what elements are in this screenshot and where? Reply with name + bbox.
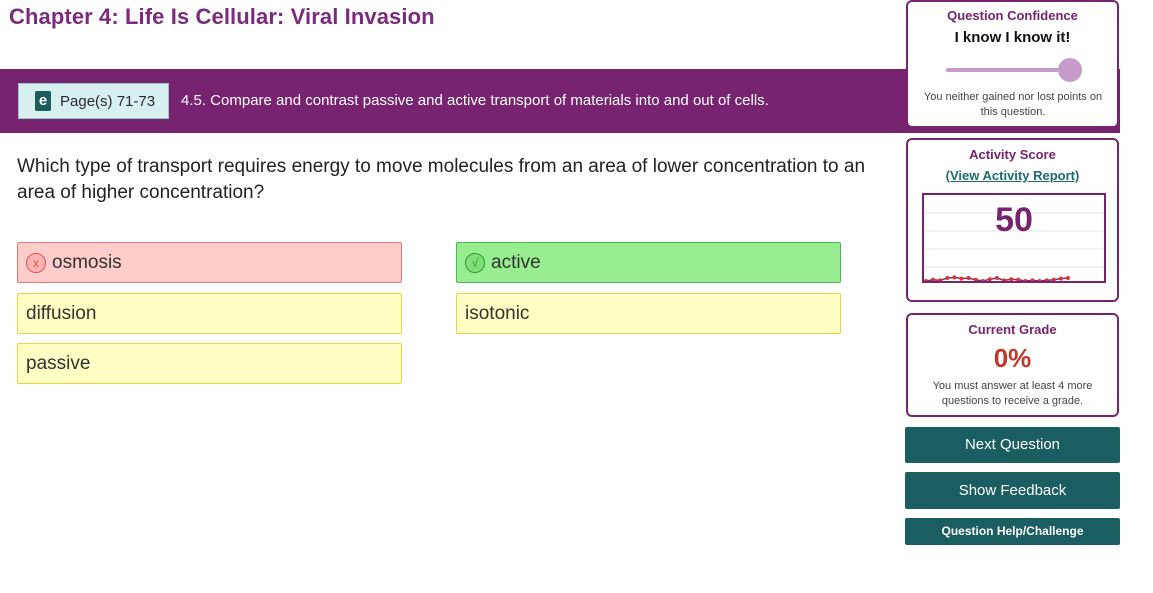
sparkline-point bbox=[987, 277, 992, 281]
sparkline-point bbox=[966, 276, 971, 280]
next-question-button[interactable]: Next Question bbox=[905, 427, 1120, 463]
learning-objective: 4.5. Compare and contrast passive and ac… bbox=[181, 92, 769, 109]
sparkline-point bbox=[1023, 279, 1028, 281]
quiz-page: Chapter 4: Life Is Cellular: Viral Invas… bbox=[0, 0, 1153, 593]
answer-option-diffusion[interactable]: diffusion bbox=[17, 293, 402, 334]
sparkline-point bbox=[1009, 277, 1014, 281]
sparkline-point bbox=[995, 276, 999, 280]
confidence-note: You neither gained nor lost points on th… bbox=[923, 91, 1103, 118]
answer-option-active[interactable]: √ active bbox=[456, 242, 841, 283]
sparkline-point bbox=[1044, 278, 1049, 281]
pages-label: Page(s) 71-73 bbox=[60, 92, 156, 110]
answer-label: osmosis bbox=[52, 251, 122, 273]
sparkline-point bbox=[1016, 277, 1021, 281]
question-text: Which type of transport requires energy … bbox=[17, 156, 866, 203]
sparkline-point bbox=[1037, 279, 1042, 281]
activity-score-panel: Activity Score (View Activity Report) 50 bbox=[906, 138, 1119, 302]
sparkline-point bbox=[945, 276, 950, 280]
view-activity-report-link[interactable]: (View Activity Report) bbox=[946, 168, 1080, 183]
show-feedback-button[interactable]: Show Feedback bbox=[905, 472, 1120, 509]
answer-label: passive bbox=[26, 352, 91, 374]
sparkline-point bbox=[931, 277, 936, 281]
question-confidence-panel: Question Confidence I know I know it! Yo… bbox=[906, 0, 1119, 128]
ebook-icon: e bbox=[35, 91, 51, 111]
confidence-value: I know I know it! bbox=[954, 29, 1071, 46]
sparkline-point bbox=[1051, 277, 1056, 281]
sparkline-point bbox=[973, 277, 978, 281]
confidence-title: Question Confidence bbox=[947, 8, 1078, 23]
answer-option-passive[interactable]: passive bbox=[17, 343, 402, 384]
current-grade-title: Current Grade bbox=[968, 322, 1057, 337]
answer-label: diffusion bbox=[26, 302, 97, 324]
current-grade-panel: Current Grade 0% You must answer at leas… bbox=[906, 313, 1119, 417]
grade-note: You must answer at least 4 more question… bbox=[932, 380, 1093, 407]
sparkline-point bbox=[1002, 278, 1007, 281]
answer-label: isotonic bbox=[465, 302, 530, 324]
sparkline-point bbox=[1030, 278, 1035, 281]
sparkline-point bbox=[1066, 276, 1070, 280]
sparkline-point bbox=[938, 278, 943, 281]
correct-check-icon: √ bbox=[465, 252, 485, 273]
slider-track bbox=[946, 68, 1070, 72]
incorrect-x-icon: x bbox=[26, 252, 46, 273]
sparkline-point bbox=[924, 279, 928, 281]
answer-option-osmosis[interactable]: x osmosis bbox=[17, 242, 402, 283]
pages-button[interactable]: e Page(s) 71-73 bbox=[18, 83, 169, 119]
confidence-slider[interactable] bbox=[946, 58, 1082, 82]
slider-thumb[interactable] bbox=[1058, 58, 1082, 82]
chapter-title: Chapter 4: Life Is Cellular: Viral Invas… bbox=[9, 4, 435, 29]
answer-label: active bbox=[491, 251, 541, 273]
activity-score-value: 50 bbox=[995, 201, 1033, 239]
sparkline-point bbox=[980, 279, 985, 281]
sparkline-point bbox=[1058, 276, 1063, 281]
answer-option-isotonic[interactable]: isotonic bbox=[456, 293, 841, 334]
sparkline-point bbox=[959, 276, 964, 281]
current-grade-value: 0% bbox=[993, 343, 1032, 373]
sparkline-point bbox=[952, 275, 957, 280]
activity-score-title: Activity Score bbox=[969, 147, 1056, 162]
score-display: 50 bbox=[922, 193, 1106, 283]
question-help-button[interactable]: Question Help/Challenge bbox=[905, 518, 1120, 545]
